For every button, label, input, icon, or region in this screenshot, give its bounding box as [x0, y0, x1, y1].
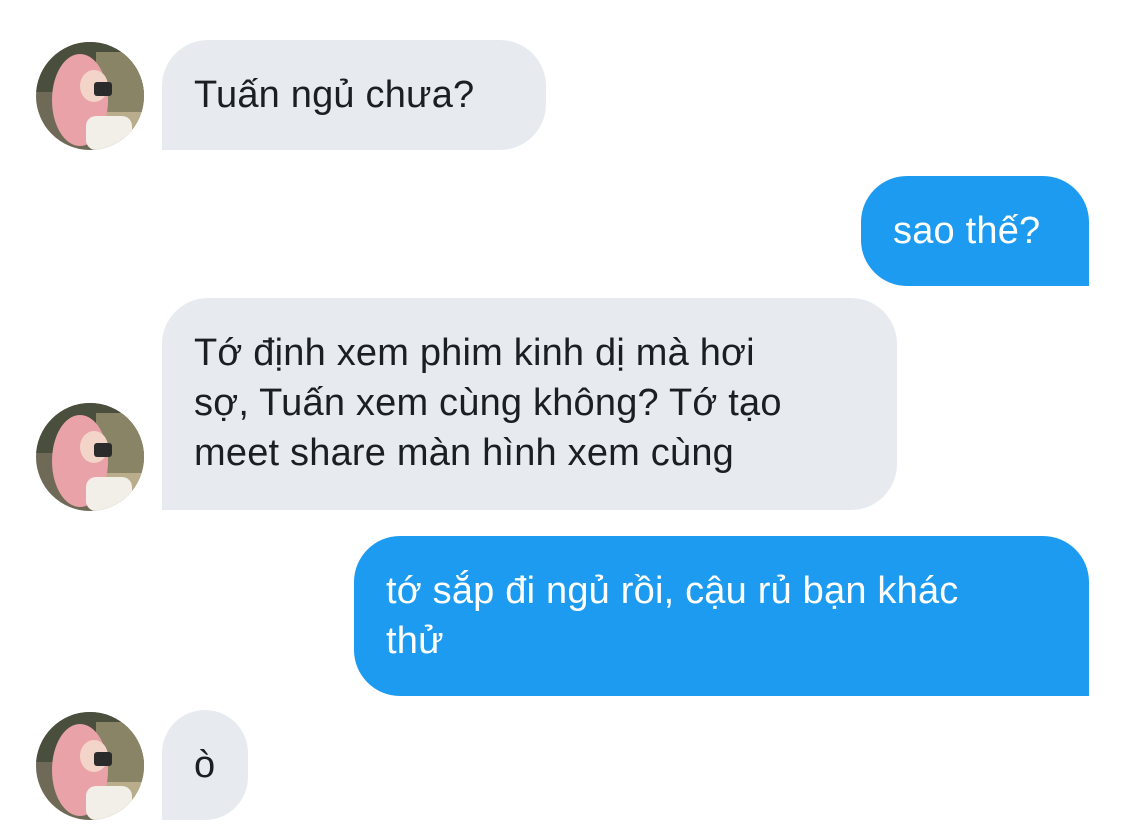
contact-avatar[interactable] [36, 403, 144, 511]
message-text: sao thế? [893, 210, 1041, 252]
contact-avatar[interactable] [36, 42, 144, 150]
message-text-line: meet share màn hình xem cùng [194, 432, 734, 474]
message-text: Tuấn ngủ chưa? [194, 74, 475, 116]
message-text-line: sợ, Tuấn xem cùng không? Tớ tạo [194, 382, 782, 424]
conversation-thread: Tuấn ngủ chưa? sao thế? Tớ định xem phim… [0, 0, 1125, 836]
avatar-photo-icon [36, 403, 144, 511]
message-bubble-incoming[interactable]: Tớ định xem phim kinh dị mà hơi sợ, Tuấn… [162, 298, 897, 510]
avatar-photo-icon [36, 712, 144, 820]
message-bubble-incoming[interactable]: Tuấn ngủ chưa? [162, 40, 546, 150]
message-text-line: thử [386, 620, 444, 662]
message-bubble-outgoing[interactable]: tớ sắp đi ngủ rồi, cậu rủ bạn khác thử [354, 536, 1089, 696]
message-bubble-outgoing[interactable]: sao thế? [861, 176, 1089, 286]
message-bubble-incoming[interactable]: ò [162, 710, 248, 820]
avatar-photo-icon [36, 42, 144, 150]
message-text-line: Tớ định xem phim kinh dị mà hơi [194, 332, 755, 374]
message-text: ò [194, 744, 216, 786]
contact-avatar[interactable] [36, 712, 144, 820]
message-text-line: tớ sắp đi ngủ rồi, cậu rủ bạn khác [386, 570, 959, 612]
